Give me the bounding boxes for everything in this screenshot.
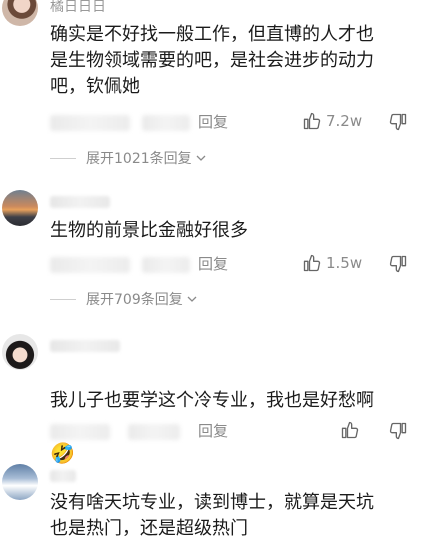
expand-replies-label: 展开709条回复 xyxy=(86,292,183,308)
thumbs-down-icon[interactable] xyxy=(388,112,408,132)
like-count: 7.2w xyxy=(326,112,363,130)
blurred-date xyxy=(50,257,130,273)
comment-username[interactable] xyxy=(50,196,110,208)
comment-meta: 回复 7.2w xyxy=(50,111,440,133)
comment-text: 我儿子也要学这个冷专业，我也是好愁啊 🤣 xyxy=(50,362,420,468)
comment-item: 生物的前景比金融好很多 回复 1.5w 展开709条回复 xyxy=(0,186,440,311)
blurred-date xyxy=(50,424,110,440)
expand-replies-button[interactable]: 展开1021条回复 xyxy=(50,148,206,168)
expand-replies-label: 展开1021条回复 xyxy=(86,151,192,167)
avatar[interactable] xyxy=(2,190,38,226)
comment-text-content: 我儿子也要学这个冷专业，我也是好愁啊 xyxy=(50,390,374,411)
chevron-down-icon xyxy=(187,296,197,302)
comment-text: 确实是不好找一般工作，但直博的人才也 是生物领域需要的吧，是社会进步的动力 吧，… xyxy=(50,24,374,97)
comment-item: 我儿子也要学这个冷专业，我也是好愁啊 🤣 回复 xyxy=(0,330,440,465)
comment-meta: 回复 xyxy=(50,420,440,442)
comment-text: 生物的前景比金融好很多 xyxy=(50,220,248,241)
reply-button[interactable]: 回复 xyxy=(198,420,228,441)
comment-item: 橘日日日 确实是不好找一般工作，但直博的人才也 是生物领域需要的吧，是社会进步的… xyxy=(0,0,440,168)
comment-meta: 回复 1.5w xyxy=(50,253,440,275)
thumbs-up-icon[interactable] xyxy=(302,253,322,273)
blurred-location xyxy=(128,424,180,440)
divider-line xyxy=(50,298,76,300)
blurred-date xyxy=(50,115,130,131)
reply-button[interactable]: 回复 xyxy=(198,111,228,132)
thumbs-down-icon[interactable] xyxy=(388,254,408,274)
comment-username[interactable] xyxy=(50,340,120,352)
reply-button[interactable]: 回复 xyxy=(198,253,228,274)
comment-username[interactable]: 橘日日日 xyxy=(50,0,106,15)
blurred-location xyxy=(142,115,190,131)
divider-line xyxy=(50,157,76,159)
thumbs-down-icon[interactable] xyxy=(388,421,408,441)
comment-text: 没有啥天坑专业，读到博士，就算是天坑 也是热门，还是超级热门 xyxy=(50,492,374,539)
blurred-location xyxy=(142,257,190,273)
thumbs-up-icon[interactable] xyxy=(340,420,360,440)
like-count: 1.5w xyxy=(326,254,363,272)
expand-replies-button[interactable]: 展开709条回复 xyxy=(50,289,197,309)
avatar[interactable] xyxy=(2,334,38,370)
avatar[interactable] xyxy=(2,464,38,500)
chevron-down-icon xyxy=(196,155,206,161)
thumbs-up-icon[interactable] xyxy=(302,111,322,131)
comment-username[interactable] xyxy=(50,470,76,482)
comment-item: 没有啥天坑专业，读到博士，就算是天坑 也是热门，还是超级热门 xyxy=(0,460,440,544)
avatar[interactable] xyxy=(2,0,38,26)
